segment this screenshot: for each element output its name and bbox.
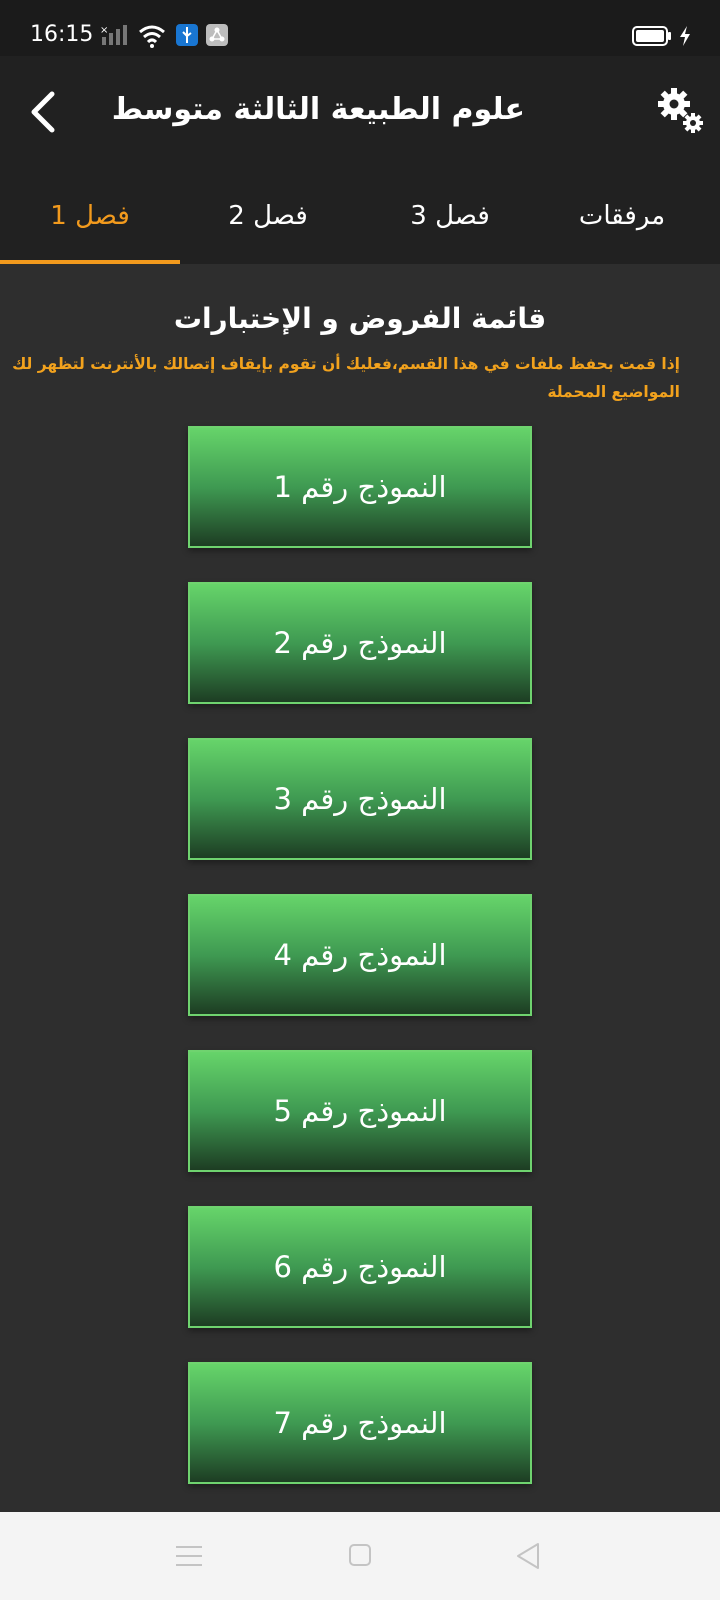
share-icon bbox=[206, 24, 228, 46]
status-bar: 16:15 × bbox=[0, 0, 720, 56]
offline-notice: إذا قمت بحفظ ملفات في هذا القسم،فعليك أن… bbox=[12, 355, 680, 401]
tab-chapter-2[interactable]: فصل 2 bbox=[178, 168, 358, 264]
model-button-3[interactable]: النموذج رقم 3 bbox=[188, 738, 532, 860]
settings-button[interactable] bbox=[656, 86, 708, 138]
model-button-7[interactable]: النموذج رقم 7 bbox=[188, 1362, 532, 1484]
page-title: علوم الطبيعة الثالثة متوسط bbox=[111, 92, 525, 127]
tab-chapter-1[interactable]: فصل 1 bbox=[0, 168, 180, 264]
wifi-icon bbox=[139, 25, 165, 48]
charging-icon bbox=[680, 26, 690, 46]
model-button-4[interactable]: النموذج رقم 4 bbox=[188, 894, 532, 1016]
gears-icon bbox=[658, 88, 703, 133]
tab-label: فصل 2 bbox=[228, 201, 308, 231]
tab-attachments[interactable]: مرفقات bbox=[532, 168, 712, 264]
svg-text:×: × bbox=[100, 25, 108, 36]
content-area: قائمة الفروض و الإختبارات إذا قمت بحفظ م… bbox=[0, 264, 720, 1512]
tab-chapter-3[interactable]: فصل 3 bbox=[360, 168, 540, 264]
usb-icon bbox=[176, 24, 198, 46]
back-triangle-icon[interactable] bbox=[514, 1541, 542, 1571]
tab-label: مرفقات bbox=[578, 201, 666, 231]
battery-icon bbox=[632, 26, 671, 46]
home-icon[interactable] bbox=[348, 1542, 372, 1568]
app-bar: علوم الطبيعة الثالثة متوسط bbox=[0, 56, 720, 168]
model-button-6[interactable]: النموذج رقم 6 bbox=[188, 1206, 532, 1328]
tab-label: فصل 1 bbox=[50, 201, 130, 231]
system-nav-bar bbox=[0, 1512, 720, 1600]
model-list: النموذج رقم 1 النموذج رقم 2 النموذج رقم … bbox=[188, 426, 534, 1518]
model-button-2[interactable]: النموذج رقم 2 bbox=[188, 582, 532, 704]
tab-label: فصل 3 bbox=[410, 201, 490, 231]
menu-icon[interactable] bbox=[174, 1544, 204, 1568]
model-button-5[interactable]: النموذج رقم 5 bbox=[188, 1050, 532, 1172]
status-time: 16:15 bbox=[30, 22, 94, 47]
back-button[interactable] bbox=[24, 88, 64, 136]
tab-bar: فصل 1 فصل 2 فصل 3 مرفقات bbox=[0, 168, 720, 264]
chevron-left-icon bbox=[31, 91, 55, 133]
signal-icon: × bbox=[100, 25, 127, 45]
model-button-1[interactable]: النموذج رقم 1 bbox=[188, 426, 532, 548]
section-title: قائمة الفروض و الإختبارات bbox=[173, 302, 547, 335]
